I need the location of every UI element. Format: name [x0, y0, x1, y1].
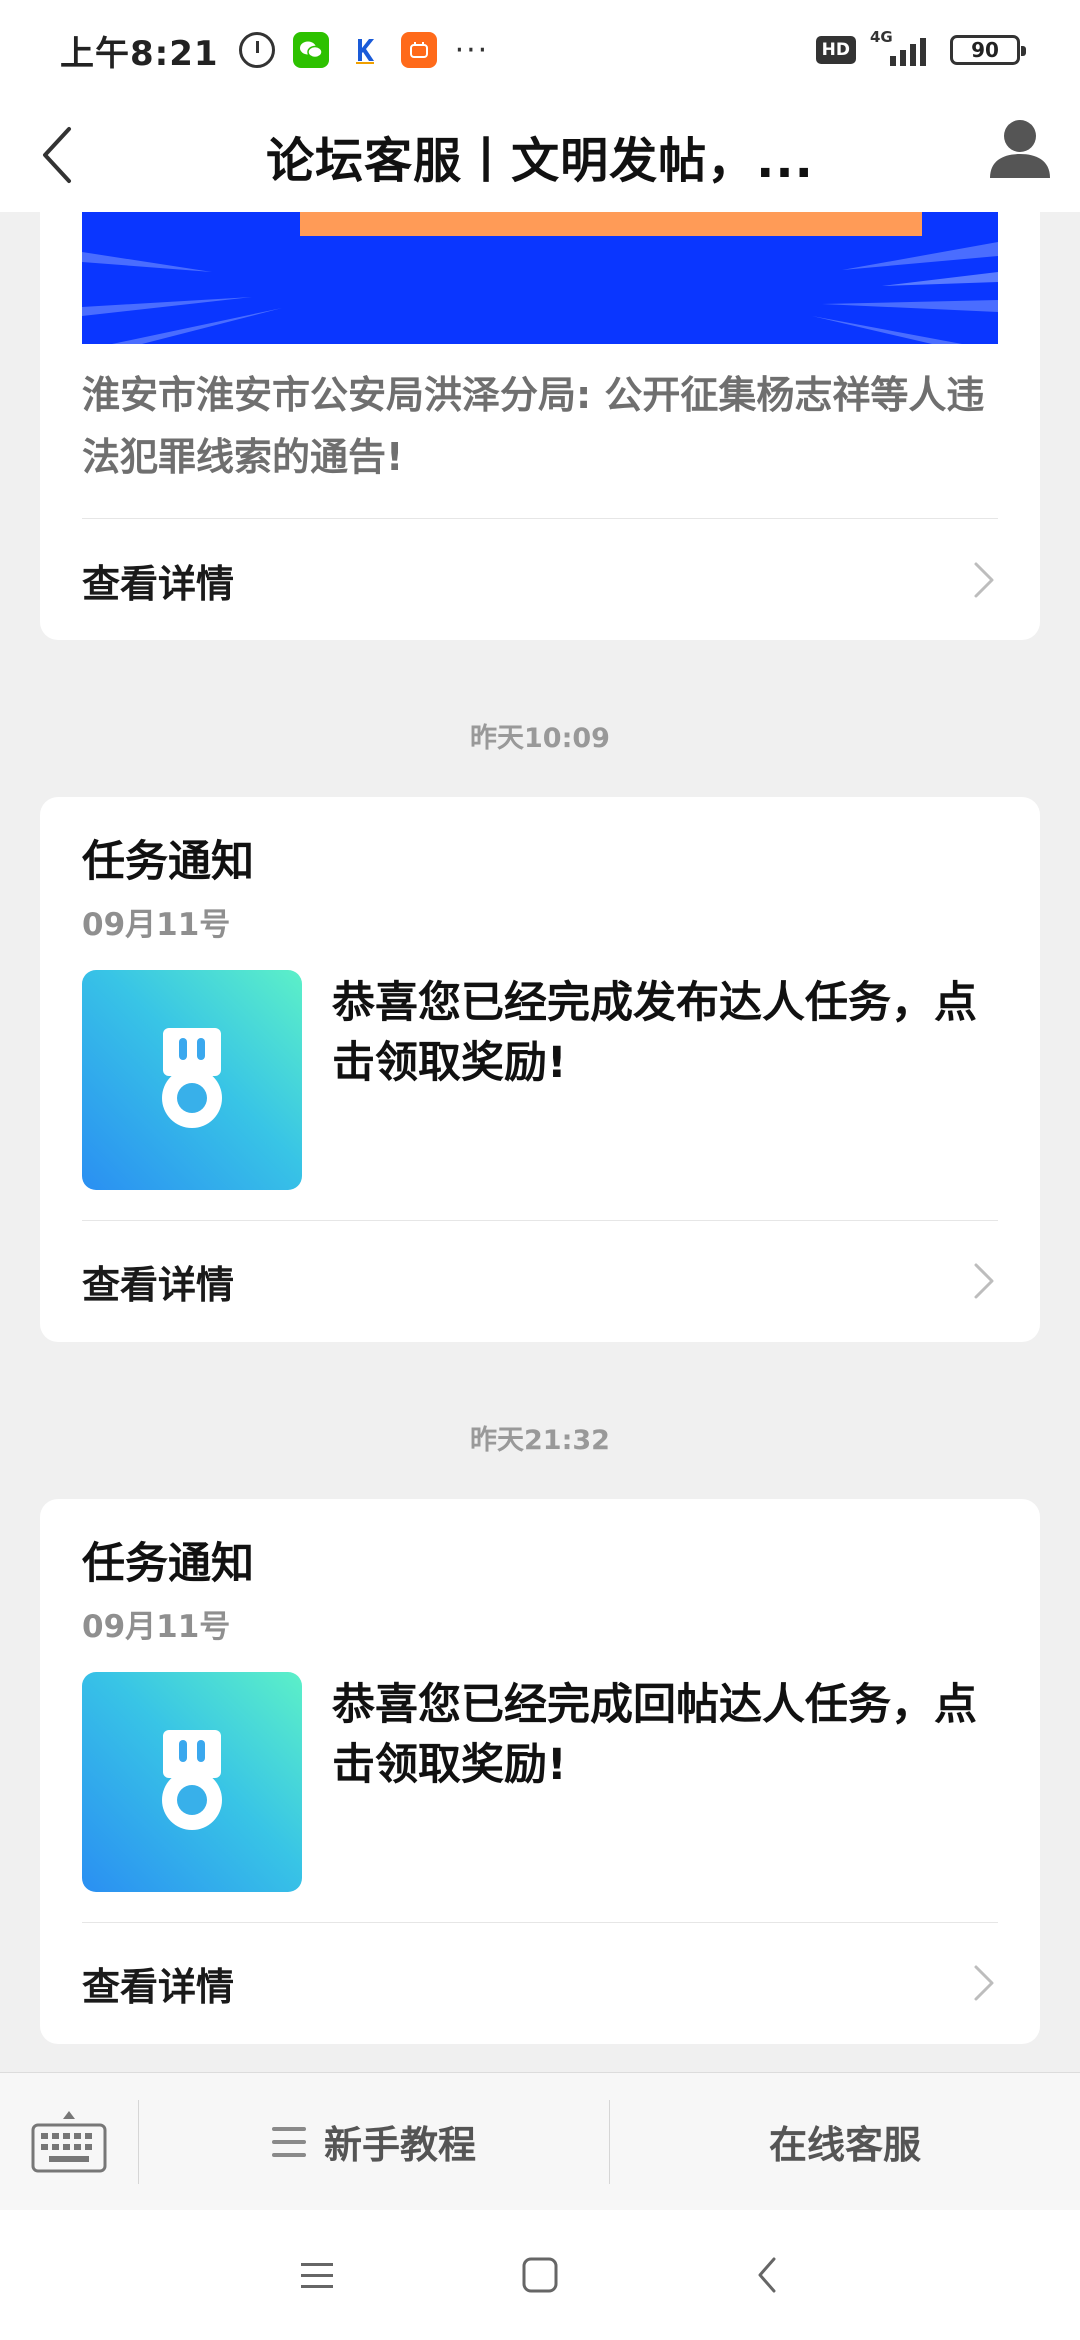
message-card[interactable]: 任务通知 09月11号 恭喜您已经完成回帖达人任务，点击领取奖励! 查看详情	[40, 1499, 1040, 2044]
home-button[interactable]	[503, 2238, 577, 2312]
status-bar: 上午8:21 ··· HD 4G 90	[0, 0, 1080, 100]
view-details-link[interactable]: 查看详情	[82, 1923, 998, 2043]
network-type: 4G	[870, 28, 893, 46]
menu-item-label: 在线客服	[768, 2123, 921, 2167]
menu-item-online-service[interactable]: 在线客服	[610, 2073, 1080, 2211]
back-button[interactable]	[22, 120, 92, 190]
hamburger-icon	[301, 2263, 333, 2288]
profile-button[interactable]	[980, 112, 1060, 192]
banner-image	[82, 212, 998, 344]
keyboard-icon	[31, 2110, 107, 2172]
message-timestamp: 昨天21:32	[470, 1425, 610, 1456]
k-app-icon	[346, 32, 383, 68]
message-timestamp: 昨天10:09	[470, 723, 610, 754]
view-details-label: 查看详情	[82, 1262, 235, 1307]
page-title: 论坛客服丨文明发帖，...	[266, 133, 814, 189]
chevron-right-icon	[974, 1965, 994, 2001]
battery-icon: 90	[950, 35, 1026, 65]
wechat-icon	[292, 32, 329, 68]
more-notifications-icon: ···	[454, 32, 490, 68]
nav-bar: 论坛客服丨文明发帖，...	[0, 100, 1080, 212]
alarm-icon	[238, 32, 275, 68]
menu-item-beginner-tutorial[interactable]: 新手教程	[139, 2073, 609, 2211]
recent-apps-button[interactable]	[280, 2238, 354, 2312]
task-thumbnail	[82, 1672, 302, 1892]
medal-icon	[162, 1028, 222, 1128]
system-nav-bar	[0, 2210, 1080, 2340]
message-text: 恭喜您已经完成发布达人任务，点击领取奖励!	[332, 978, 977, 1088]
view-details-link[interactable]: 查看详情	[82, 1221, 998, 1341]
card-date: 09月11号	[82, 1609, 231, 1645]
card-date: 09月11号	[82, 907, 231, 943]
menu-item-label: 新手教程	[323, 2123, 476, 2167]
status-system-icons: HD 4G 90	[815, 28, 1026, 66]
chevron-left-icon	[43, 127, 71, 183]
square-icon	[522, 2257, 558, 2293]
view-details-link[interactable]: 查看详情	[82, 520, 998, 640]
message-card[interactable]: 任务通知 09月11号 恭喜您已经完成发布达人任务，点击领取奖励! 查看详情	[40, 797, 1040, 1342]
chevron-right-icon	[974, 1263, 994, 1299]
bottom-menu: 新手教程 在线客服	[0, 2072, 1080, 2210]
tmall-icon	[400, 32, 437, 68]
message-text: 淮安市淮安市公安局洪泽分局: 公开征集杨志祥等人违法犯罪线索的通告!	[82, 373, 985, 479]
view-details-label: 查看详情	[82, 1964, 235, 2009]
divider	[82, 518, 998, 519]
status-time: 上午8:21	[60, 33, 219, 74]
user-icon	[990, 120, 1050, 178]
menu-icon	[271, 2126, 306, 2157]
message-card[interactable]: 淮安市淮安市公安局洪泽分局: 公开征集杨志祥等人违法犯罪线索的通告! 查看详情	[40, 212, 1040, 640]
card-title: 任务通知	[82, 837, 254, 887]
view-details-label: 查看详情	[82, 561, 235, 606]
medal-icon	[162, 1730, 222, 1830]
chevron-right-icon	[974, 562, 994, 598]
message-list[interactable]: 淮安市淮安市公安局洪泽分局: 公开征集杨志祥等人违法犯罪线索的通告! 查看详情 …	[0, 212, 1080, 2072]
task-thumbnail	[82, 970, 302, 1190]
keyboard-toggle-button[interactable]	[0, 2073, 138, 2211]
chevron-left-icon	[758, 2257, 776, 2293]
system-back-button[interactable]	[730, 2238, 804, 2312]
signal-icon: 4G	[870, 28, 926, 66]
card-title: 任务通知	[82, 1539, 254, 1589]
message-text: 恭喜您已经完成回帖达人任务，点击领取奖励!	[332, 1680, 977, 1790]
status-notification-icons: ···	[238, 32, 490, 68]
hd-badge: HD	[815, 36, 856, 64]
